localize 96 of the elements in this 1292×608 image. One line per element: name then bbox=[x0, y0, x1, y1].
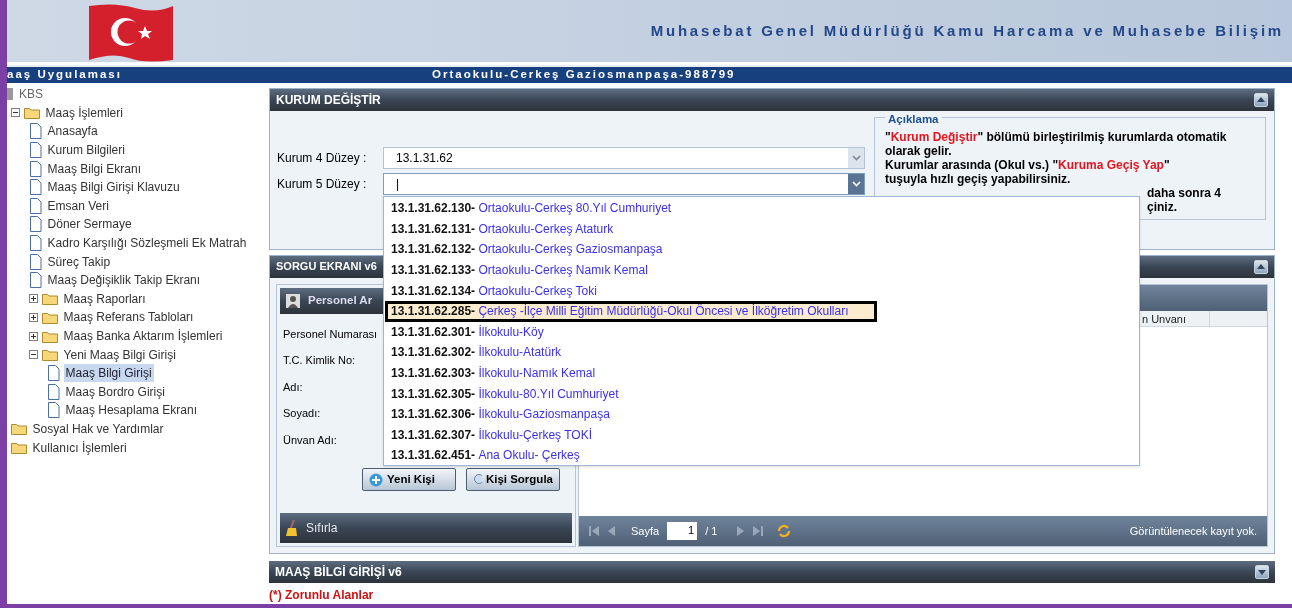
tree-item[interactable]: Maaş Banka Aktarım İşlemleri bbox=[61, 327, 225, 345]
search-icon bbox=[473, 472, 482, 487]
page-icon bbox=[46, 402, 60, 419]
page-icon bbox=[28, 160, 42, 177]
dropdown-option[interactable]: 13.1.31.62.131- Ortaokulu-Cerkeş Ataturk bbox=[385, 218, 1139, 240]
tree-item[interactable]: Kadro Karşılığı Sözleşmeli Ek Matrah bbox=[45, 234, 249, 253]
dropdown-option[interactable]: 13.1.31.62.307- İlkokulu-Çerkeş TOKİ bbox=[385, 424, 1139, 446]
combo-value: | bbox=[395, 176, 400, 193]
field-label: Personel Numarası bbox=[283, 326, 378, 342]
required-note: (*) Zorunlu Alanlar bbox=[269, 587, 375, 604]
refresh-icon[interactable] bbox=[777, 524, 792, 539]
page-total: / 1 bbox=[705, 523, 718, 539]
page-icon bbox=[28, 197, 42, 214]
page-field[interactable]: 1 bbox=[667, 522, 698, 541]
person-icon bbox=[286, 293, 300, 308]
tree-item[interactable]: Kullanıcı İşlemleri bbox=[30, 438, 129, 457]
expand-icon[interactable] bbox=[28, 294, 38, 304]
page-icon bbox=[28, 179, 42, 196]
tree-item[interactable]: Maaş Referans Tabloları bbox=[61, 308, 196, 327]
collapse-icon[interactable] bbox=[28, 350, 38, 360]
box-title: Personel Ar bbox=[308, 293, 373, 309]
tree-root-icon[interactable] bbox=[7, 88, 13, 101]
page-icon bbox=[28, 216, 42, 233]
combo-value: 13.1.31.62 bbox=[395, 150, 453, 167]
note-text: Kurumlar arasında (Okul vs.) "Kuruma Geçiş Yap" bbox=[885, 158, 1171, 172]
note-text: tuşuyla hızlı geçiş yapabilirsiniz. bbox=[885, 172, 1072, 186]
page-icon bbox=[28, 142, 42, 159]
app-name: aaş Uygulaması bbox=[7, 67, 123, 83]
site-title: Muhasebat Genel Müdürlüğü Kamu Harcama ve Muhasebe Bilişim bbox=[650, 20, 1284, 41]
page-icon bbox=[28, 253, 42, 270]
page-icon bbox=[28, 123, 42, 140]
add-person-button[interactable]: Yeni Kişi bbox=[362, 468, 456, 492]
folder-icon bbox=[10, 422, 27, 436]
folder-icon bbox=[23, 106, 40, 120]
collapse-icon[interactable] bbox=[10, 108, 20, 118]
tree-item[interactable]: Kurum Bilgileri bbox=[45, 141, 127, 160]
dropdown-option[interactable]: 13.1.31.62.305- İlkokulu-80.Yıl Cumhuriyet bbox=[385, 383, 1139, 404]
pager-status: Görüntülenecek kayıt yok. bbox=[1129, 523, 1257, 539]
field-label: Kurum 4 Düzey : bbox=[277, 150, 368, 167]
institution-name: Ortaokulu-Cerkeş Gaziosmanpaşa-988799 bbox=[432, 67, 736, 83]
folder-icon bbox=[41, 292, 58, 306]
note-text: "Kurum Değiştir" bölümü birleştirilmiş kurumlarda otomatik olarak gelir. bbox=[885, 130, 1228, 158]
field-label: Kurum 5 Düzey : bbox=[277, 176, 368, 193]
tree-item[interactable]: Süreç Takip bbox=[45, 252, 113, 271]
combo-field[interactable]: | bbox=[383, 173, 865, 195]
tree-item[interactable]: Maaş Bordro Girişi bbox=[63, 382, 167, 401]
tree-item[interactable]: Maaş Bilgi Girişi Klavuzu bbox=[45, 178, 182, 197]
tree-item[interactable]: Yeni Maaş Bilgi Girişi bbox=[61, 345, 178, 364]
folder-icon bbox=[10, 441, 27, 455]
dropdown-option[interactable]: 13.1.31.62.133- Ortaokulu-Cerkeş Namık Kemal bbox=[385, 259, 1139, 281]
folder-icon bbox=[41, 310, 58, 324]
dropdown-option[interactable]: 13.1.31.62.301- İlkokulu-Köy bbox=[385, 321, 1139, 343]
folder-icon bbox=[41, 348, 58, 362]
field-label: Adı: bbox=[283, 379, 303, 395]
search-person-button[interactable]: Kişi Sorgula bbox=[466, 468, 560, 492]
field-label: T.C. Kimlik No: bbox=[283, 353, 356, 369]
dropdown-option[interactable]: 13.1.31.62.132- Ortaokulu-Cerkeş Gaziosmanpaşa bbox=[385, 239, 1139, 260]
tree-item[interactable]: Döner Sermaye bbox=[45, 215, 134, 234]
expand-icon[interactable] bbox=[28, 312, 38, 322]
dropdown-option[interactable]: 13.1.31.62.451- Ana Okulu- Çerkeş bbox=[385, 445, 1139, 466]
dropdown-option[interactable]: 13.1.31.62.134- Ortaokulu-Cerkeş Toki bbox=[385, 280, 1139, 301]
tree-item[interactable]: Maaş Bilgi Girişi bbox=[63, 364, 154, 383]
note-text: daha sonra 4 bbox=[1146, 186, 1223, 200]
page-icon bbox=[46, 383, 60, 400]
page-icon bbox=[46, 365, 60, 382]
field-label: Soyadı: bbox=[283, 406, 321, 422]
page-icon bbox=[28, 272, 42, 289]
dropdown-option[interactable]: 13.1.31.62.306- İlkokulu-Gaziosmanpaşa bbox=[385, 403, 1139, 425]
page-icon bbox=[28, 235, 42, 252]
dropdown-option[interactable]: 13.1.31.62.302- İlkokulu-Atatürk bbox=[385, 342, 1139, 363]
tree-item[interactable]: Maaş İşlemleri bbox=[43, 103, 125, 122]
column-header: n Unvanı bbox=[1142, 310, 1210, 326]
folder-icon bbox=[41, 329, 58, 343]
tree-item[interactable]: Maaş Bilgi Ekranı bbox=[45, 159, 143, 178]
field-label: Ünvan Adı: bbox=[283, 432, 337, 448]
dropdown-option[interactable]: 13.1.31.62.130- Ortaokulu-Cerkeş 80.Yıl Cumhuriyet bbox=[385, 198, 1139, 219]
expand-icon[interactable] bbox=[28, 331, 38, 341]
reset-button[interactable]: Sıfırla bbox=[306, 519, 338, 538]
tree-item[interactable]: Maaş Raporları bbox=[61, 289, 148, 308]
dropdown-option[interactable]: 13.1.31.62.285- Çerkeş -İlçe Milli Eğitim Müdürlüğü-Okul Öncesi ve İlköğretim Okulları bbox=[385, 300, 877, 322]
page-label: Sayfa bbox=[631, 523, 660, 539]
panel-title: KURUM DEĞİŞTİR bbox=[276, 91, 381, 109]
plus-icon bbox=[369, 472, 383, 487]
combo-field[interactable]: 13.1.31.62 bbox=[383, 147, 865, 169]
tree-item[interactable]: Maaş Değişiklik Takip Ekranı bbox=[45, 271, 203, 290]
tree-item[interactable]: KBS bbox=[17, 85, 45, 104]
tree-item[interactable]: Maaş Hesaplama Ekranı bbox=[63, 401, 199, 420]
panel-title: MAAŞ BİLGİ GİRİŞİ v6 bbox=[275, 564, 402, 581]
broom-icon bbox=[286, 520, 298, 537]
dropdown-option[interactable]: 13.1.31.62.303- İlkokulu-Namık Kemal bbox=[385, 362, 1139, 384]
tree-item[interactable]: Emsan Veri bbox=[45, 196, 111, 215]
tree-item[interactable]: Sosyal Hak ve Yardımlar bbox=[30, 420, 166, 438]
tree-item[interactable]: Anasayfa bbox=[45, 122, 100, 141]
note-title: Açıklama bbox=[885, 113, 942, 125]
note-text: çiniz. bbox=[1146, 200, 1178, 214]
panel-title: SORGU EKRANI v6 bbox=[276, 259, 377, 275]
